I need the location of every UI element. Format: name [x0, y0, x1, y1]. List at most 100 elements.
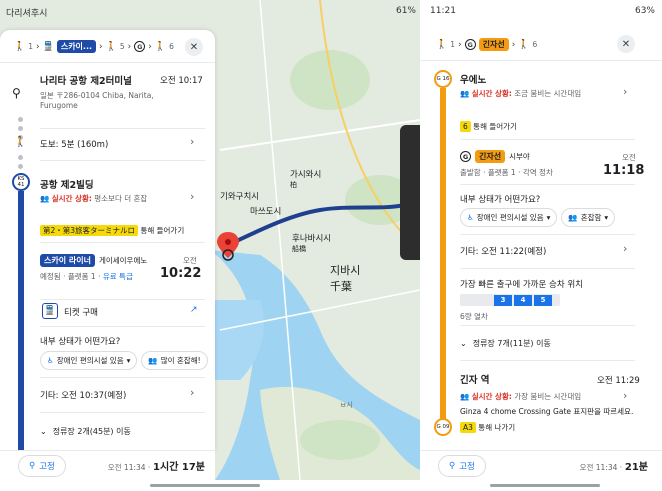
- ginza-line-icon: G: [464, 39, 476, 50]
- crumb-num: 1: [450, 40, 455, 49]
- route-line-orange: [440, 88, 446, 420]
- divider: [460, 184, 635, 185]
- crumb-num: 6: [532, 40, 538, 49]
- map-label-small: ㅂ시: [340, 401, 353, 409]
- origin-title: 나리타 공항 제2터미널: [40, 76, 132, 87]
- dot: [18, 164, 23, 169]
- route-row-ginza[interactable]: G 긴자선 시부야: [460, 150, 530, 163]
- inside-question: 내부 상태가 어떤가요?: [460, 195, 541, 205]
- divider: [460, 360, 635, 361]
- status-bar-right: 11:21 63%: [430, 6, 655, 16]
- exit-info-ueno: 6 통해 들어가기: [460, 121, 517, 132]
- dot: [18, 117, 23, 122]
- chevron-right-icon[interactable]: ›: [190, 135, 194, 148]
- walk-icon: 🚶: [518, 39, 530, 50]
- other-departure[interactable]: 기타: 오전 10:37(예정): [40, 389, 126, 401]
- car-count: 6량 열차: [460, 312, 488, 321]
- map-label-matsudo: 마쓰도시: [250, 207, 282, 217]
- origin-time: 오전 10:17: [160, 76, 203, 86]
- route-detail: 예정됨 · 플랫폼 1 · 유료 특급: [40, 272, 133, 281]
- pin-button[interactable]: ⚲ 고정: [438, 454, 486, 477]
- people-icon: 👥: [568, 213, 578, 222]
- nav-handle[interactable]: [150, 484, 260, 487]
- car-3: 3: [494, 294, 512, 306]
- stops-toggle[interactable]: ⌄ 정류장 2개(45분) 이동: [40, 426, 131, 437]
- chevron-right-icon[interactable]: ›: [190, 386, 194, 399]
- crowded-pill[interactable]: 👥 혼잡함 ▾: [561, 208, 616, 227]
- chevron-right-icon: ›: [511, 39, 516, 50]
- directions-panel-left: 🚶 1 › 🚆 스카이... › 🚶 5 › G › 🚶 6 ✕ ⚲ 나리타 공…: [0, 30, 215, 451]
- divider: [460, 325, 635, 326]
- crowded-pill[interactable]: 👥 많이 혼잡해!: [141, 351, 208, 370]
- status-bar-left: 다리셔후시 61%: [6, 6, 416, 19]
- chevron-right-icon[interactable]: ›: [623, 242, 627, 255]
- divider: [40, 299, 205, 300]
- ginza-line-icon: G: [460, 151, 471, 162]
- exit-info-ginza: A3 통해 나가기: [460, 422, 515, 433]
- chevron-right-icon: ›: [148, 41, 152, 52]
- arrival-summary: 오전 11:34 · 21분: [579, 462, 648, 473]
- people-icon: 👥: [460, 392, 470, 401]
- wheelchair-icon: ♿: [467, 213, 474, 222]
- chevron-right-icon[interactable]: ›: [190, 190, 194, 203]
- status-time: 다리셔후시: [6, 9, 48, 19]
- entrance-info: 第2・第3旅客ターミナルロ 통해 들어가기: [40, 225, 184, 236]
- route-line: [18, 191, 24, 451]
- ueno-title: 우에노: [460, 75, 487, 86]
- pin-icon: ⚲: [449, 460, 456, 471]
- close-button[interactable]: ✕: [617, 35, 635, 53]
- close-button[interactable]: ✕: [185, 38, 203, 56]
- nav-handle[interactable]: [490, 484, 600, 487]
- time-label: 오전: [622, 153, 636, 162]
- ticket-label[interactable]: 티켓 구매: [64, 306, 98, 318]
- station-badge-bottom: G 09: [434, 418, 452, 436]
- route-tag[interactable]: 스카이...: [56, 40, 97, 53]
- time-label: 오전: [183, 256, 197, 265]
- people-icon: 👥: [148, 356, 158, 365]
- external-link-icon[interactable]: ↗: [190, 305, 198, 315]
- accessible-pill[interactable]: ♿ 장애인 편의시설 있음 ▾: [460, 208, 558, 227]
- pin-button[interactable]: ⚲ 고정: [18, 454, 66, 477]
- divider: [460, 268, 635, 269]
- walk-text[interactable]: 도보: 5분 (160m): [40, 138, 108, 150]
- live-status-ginza[interactable]: 👥 실시간 상황: 가장 붐비는 시간대임: [460, 391, 581, 402]
- bottom-bar-left: ⚲ 고정 오전 11:34 · 1시간 17분: [0, 450, 215, 480]
- map-label-funabashi: 후나바시시 船橋: [292, 234, 332, 253]
- car-position-bar: 3 4 5: [460, 294, 560, 306]
- arrival-summary: 오전 11:34 · 1시간 17분: [107, 462, 205, 473]
- chevron-right-icon: ›: [36, 41, 40, 52]
- inside-question: 내부 상태가 어떤가요?: [40, 337, 121, 347]
- chevron-right-icon[interactable]: ›: [623, 389, 627, 402]
- people-icon: 👥: [460, 89, 470, 98]
- live-status-ueno[interactable]: 👥 실시간 상황: 조금 붐비는 시간대임: [460, 88, 581, 99]
- chevron-right-icon: ›: [99, 41, 103, 52]
- car-position-title: 가장 빠른 출구에 가까운 승차 위치: [460, 280, 583, 290]
- departure-time-ginza: 11:18: [603, 163, 645, 178]
- status-battery: 61%: [395, 6, 416, 16]
- crumb-num: 5: [119, 42, 125, 51]
- crumb-num: 6: [169, 42, 174, 51]
- overlay-edge: [400, 125, 420, 260]
- walk-icon: 🚶: [436, 39, 448, 50]
- walk-icon: 🚶: [154, 41, 167, 52]
- wheelchair-icon: ♿: [47, 356, 54, 365]
- live-status[interactable]: 👥 실시간 상황: 평소보다 더 혼잡: [40, 193, 147, 204]
- route-row[interactable]: 스카이 라이너 게이세이우에노: [40, 254, 147, 267]
- stops-toggle[interactable]: ⌄ 정류장 7개(11분) 이동: [460, 338, 551, 349]
- divider: [40, 326, 205, 327]
- map-label-kawaguchi: 기와구치시: [220, 192, 260, 202]
- station-badge: KS 41: [12, 173, 30, 191]
- chevron-right-icon: ›: [458, 39, 462, 50]
- divider: [40, 160, 205, 161]
- chevron-right-icon[interactable]: ›: [623, 85, 627, 98]
- status-battery: 63%: [634, 6, 655, 16]
- route-tag[interactable]: 긴자선: [478, 38, 509, 51]
- bottom-bar-right: ⚲ 고정 오전 11:34 · 21분: [420, 450, 662, 480]
- exit-guide: Ginza 4 chome Crossing Gate 표지판을 따르세요.: [460, 407, 634, 416]
- other-departure[interactable]: 기타: 오전 11:22(예정): [460, 245, 546, 257]
- map-label-kashiwa: 가시와시 柏: [290, 170, 322, 189]
- accessible-pill[interactable]: ♿ 장애인 편의시설 있음 ▾: [40, 351, 138, 370]
- divider: [40, 242, 205, 243]
- chevron-down-icon: ⌄: [40, 427, 47, 436]
- dot: [18, 126, 23, 131]
